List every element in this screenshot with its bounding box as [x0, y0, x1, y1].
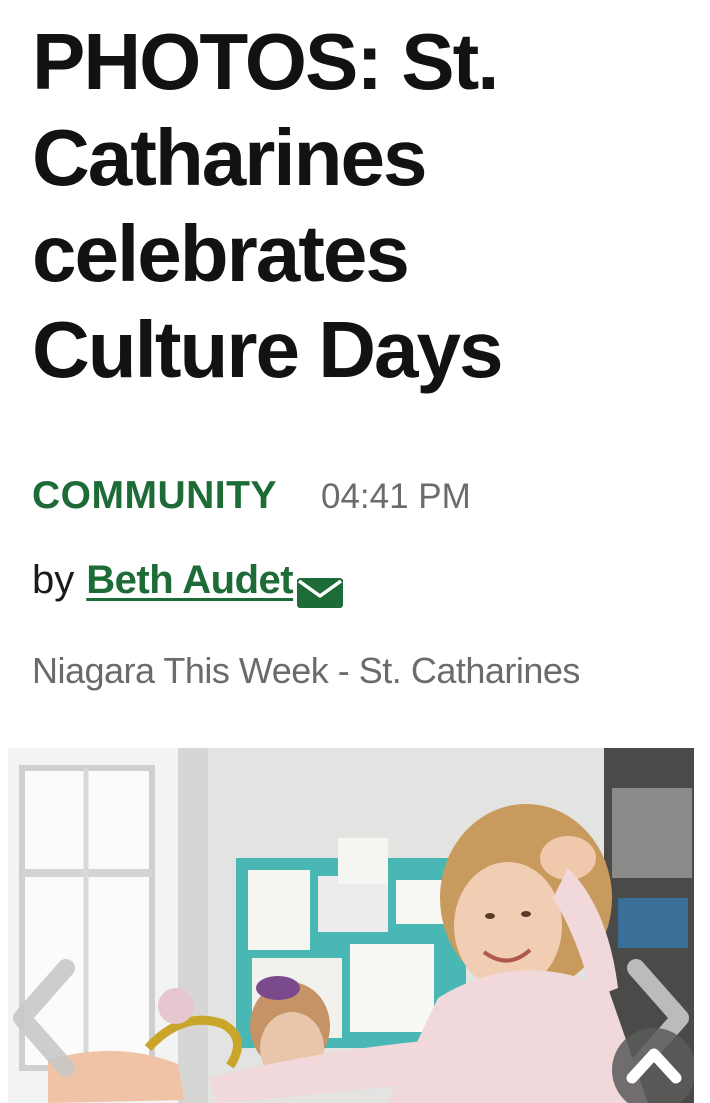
chevron-left-icon[interactable]: [8, 958, 80, 1078]
publication-name: Niagara This Week - St. Catharines: [32, 650, 580, 691]
author-link[interactable]: Beth Audet: [86, 558, 293, 603]
envelope-icon[interactable]: [297, 573, 344, 608]
photo-gallery: [8, 748, 694, 1103]
byline-prefix: by: [32, 558, 75, 602]
gallery-photo: [8, 748, 694, 1103]
scroll-to-top-button[interactable]: [612, 1028, 694, 1103]
article-meta: COMMUNITY 04:41 PM: [32, 474, 471, 518]
category-link[interactable]: COMMUNITY: [32, 474, 277, 518]
publish-time: 04:41 PM: [320, 477, 471, 516]
byline: by Beth Audet: [32, 558, 344, 608]
article-headline: PHOTOS: St. Catharines celebrates Cultur…: [32, 17, 503, 394]
chevron-up-icon: [626, 1048, 682, 1084]
article-header: PHOTOS: St. Catharines celebrates Cultur…: [32, 0, 692, 691]
